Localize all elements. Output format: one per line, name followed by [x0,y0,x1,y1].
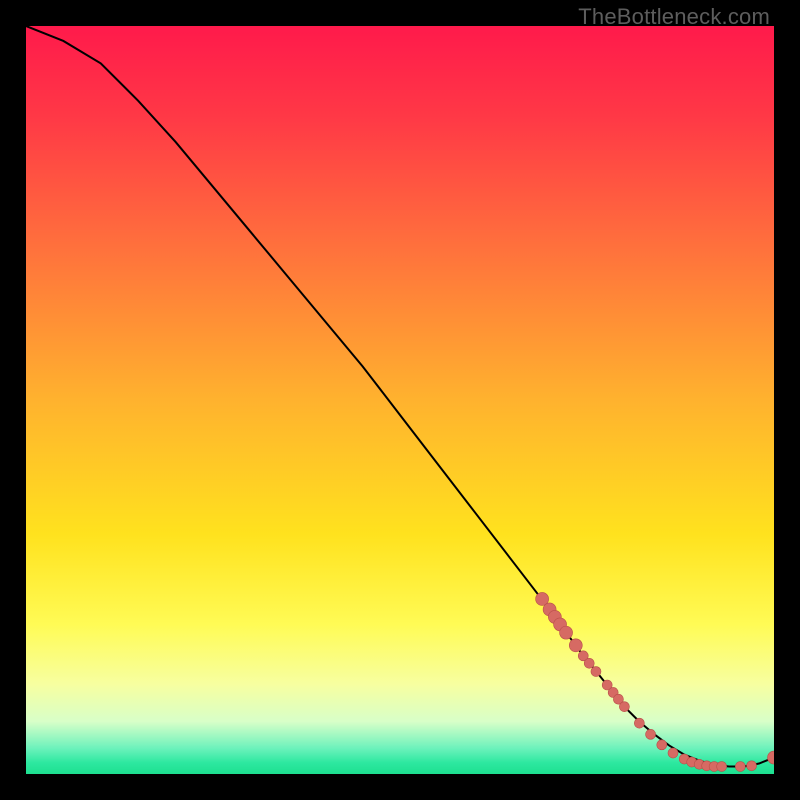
data-marker [735,762,745,772]
data-marker [657,740,667,750]
data-marker [634,718,644,728]
data-marker [569,639,582,652]
chart-frame [26,26,774,774]
data-marker [668,748,678,758]
chart-svg [26,26,774,774]
gradient-background [26,26,774,774]
data-marker [584,658,594,668]
data-marker [646,729,656,739]
data-marker [619,702,629,712]
data-marker [591,667,601,677]
data-marker [717,762,727,772]
data-marker [747,761,757,771]
data-marker [560,626,573,639]
